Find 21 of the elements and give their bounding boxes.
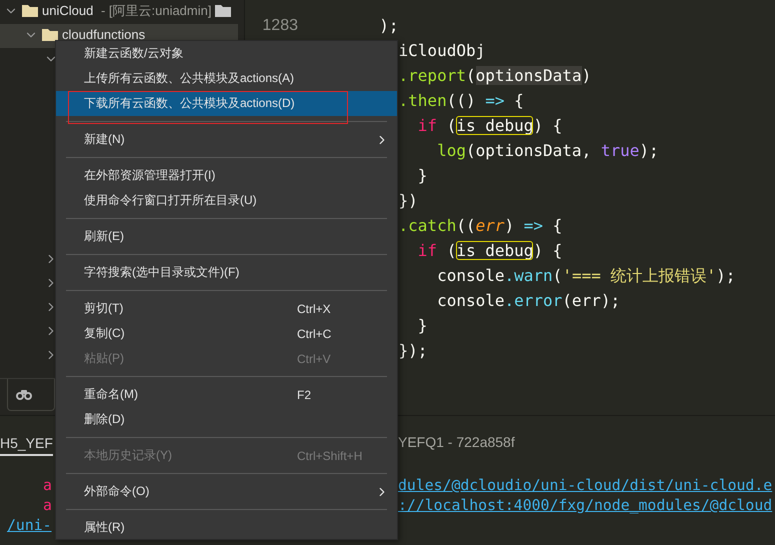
- folder-label: uniCloud: [42, 4, 94, 18]
- code-line: }: [418, 165, 428, 187]
- line-number: 1283: [262, 16, 298, 36]
- code-line: .catch((err) => {: [398, 215, 562, 237]
- stack-trace-keyword: a: [43, 476, 52, 496]
- code-line: }): [398, 190, 418, 212]
- stack-trace-keyword: a: [43, 496, 52, 516]
- code-line: }: [418, 315, 428, 337]
- code-line: .report(optionsData): [398, 65, 592, 87]
- console-title: YEFQ1 - 722a858f: [398, 433, 516, 452]
- code-line: log(optionsData, true);: [437, 140, 659, 162]
- code-line: .then(() => {: [398, 90, 524, 112]
- code-line: console.error(err);: [437, 290, 620, 312]
- code-line: );: [379, 15, 399, 37]
- code-line: if (is_debug) {: [418, 115, 562, 137]
- code-line: });: [398, 340, 428, 362]
- code-line: console.warn('=== 统计上报错误');: [437, 265, 736, 287]
- folder-label: cloudfunctions: [62, 28, 146, 42]
- code-line: if (is_debug) {: [418, 240, 562, 262]
- code-line: iCloudObj: [398, 40, 486, 62]
- cloud-provider-label: - [阿里云:uniadmin]: [100, 4, 212, 18]
